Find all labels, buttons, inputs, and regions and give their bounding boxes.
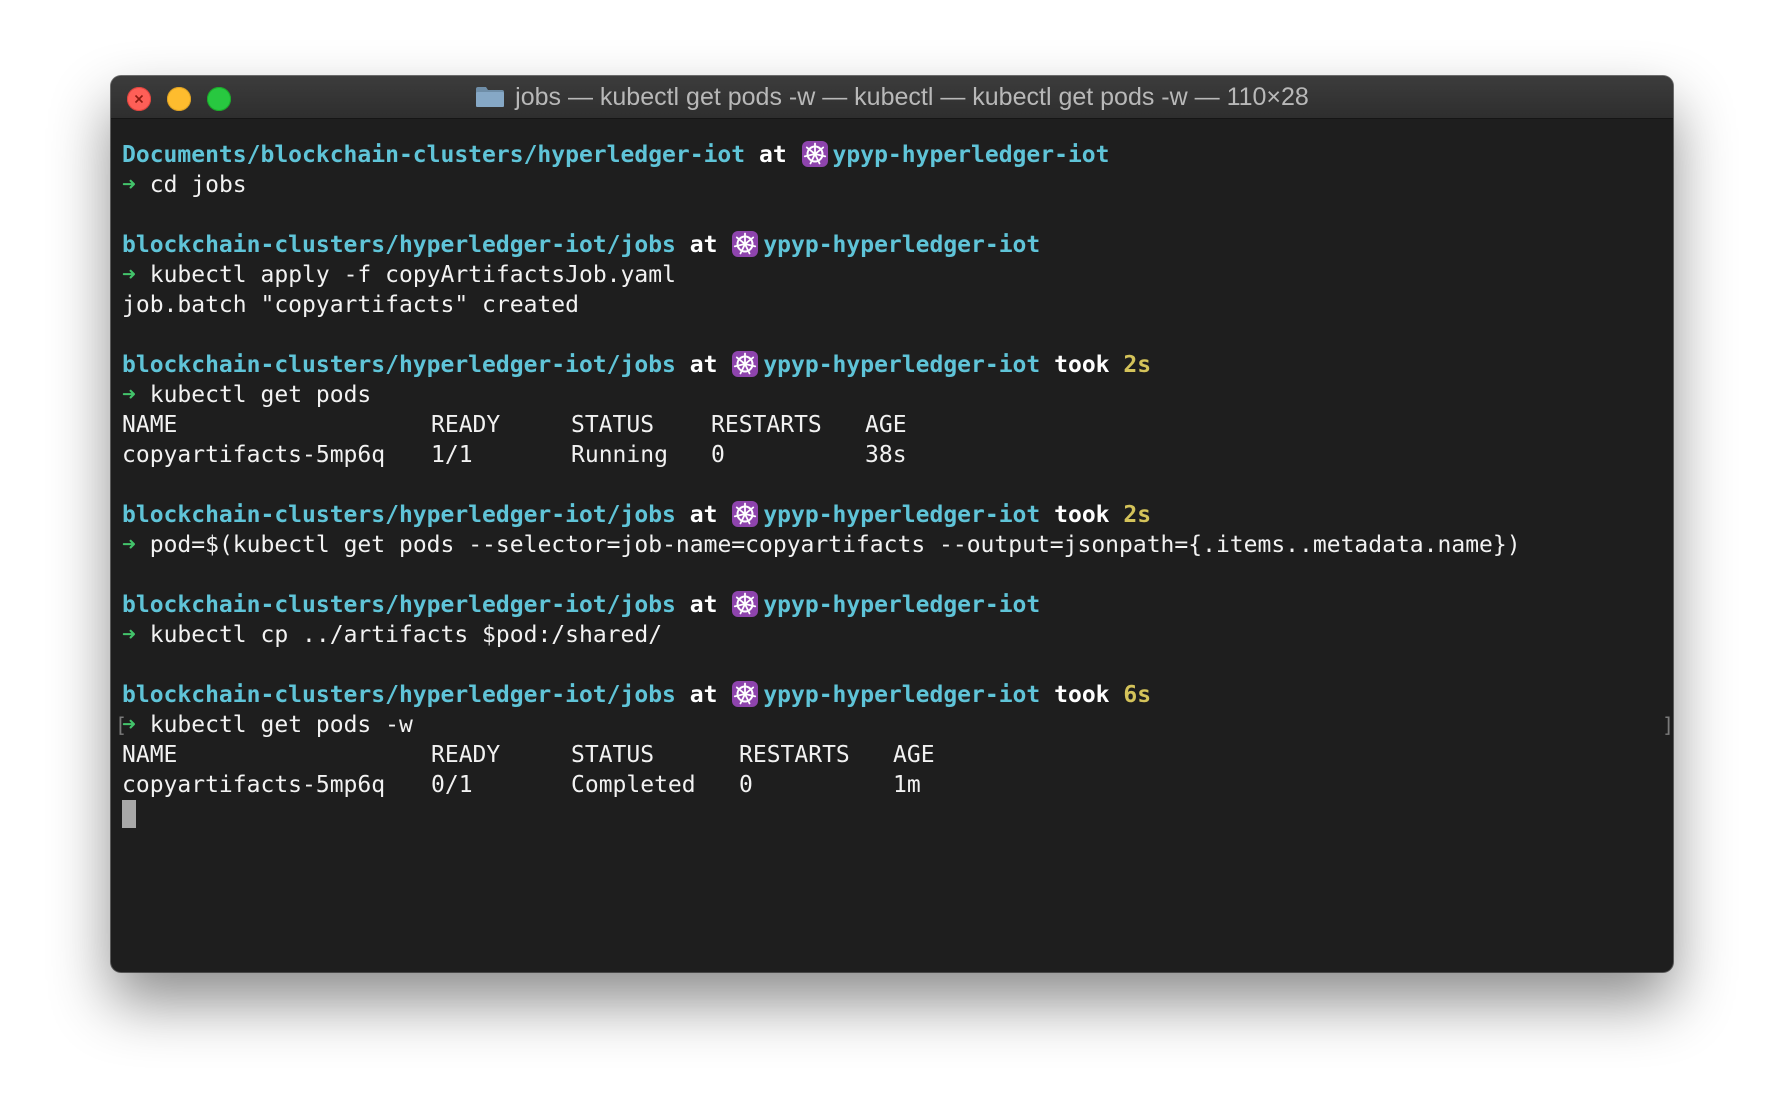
command-line: ➜ cd jobs [122,170,1673,200]
kube-context: ypyp-hyperledger-iot [763,232,1041,258]
terminal-window: jobs — kubectl get pods -w — kubectl — k… [111,76,1673,972]
prompt-line: blockchain-clusters/hyperledger-iot/jobs… [122,500,1673,530]
table-cell: 1m [893,772,921,798]
prompt-at: at [689,592,718,618]
selection-bracket-left: [ [115,713,128,737]
table-cell: Running [571,442,668,468]
prompt-path: blockchain-clusters/hyperledger-iot/jobs [122,502,676,528]
column-header: RESTARTS [739,742,850,768]
table-cell: copyartifacts-5mp6q [122,772,386,798]
cursor-line [122,800,1673,830]
column-header: AGE [865,412,907,438]
command-text: kubectl cp ../artifacts $pod:/shared/ [149,622,663,648]
prompt-path: blockchain-clusters/hyperledger-iot/jobs [122,682,676,708]
command-text: kubectl get pods [149,382,372,408]
table-header: NAME READY STATUS RESTARTS AGE [122,410,1673,440]
prompt-line: Documents/blockchain-clusters/hyperledge… [122,140,1673,170]
prompt-took: took [1054,502,1110,528]
table-cell: 0 [711,442,725,468]
command-duration: 6s [1123,682,1152,708]
terminal-content[interactable]: Documents/blockchain-clusters/hyperledge… [115,118,1673,972]
prompt-at: at [689,682,718,708]
prompt-path: blockchain-clusters/hyperledger-iot/jobs [122,232,676,258]
command-duration: 2s [1123,352,1152,378]
prompt-line: blockchain-clusters/hyperledger-iot/jobs… [122,230,1673,260]
window-title-area: jobs — kubectl get pods -w — kubectl — k… [111,76,1673,118]
folder-icon [476,87,505,107]
kube-context: ypyp-hyperledger-iot [763,502,1041,528]
column-header: STATUS [571,742,655,768]
prompt-at: at [758,142,787,168]
prompt-line: blockchain-clusters/hyperledger-iot/jobs… [122,350,1673,380]
prompt-arrow: ➜ [122,262,136,288]
prompt-arrow: ➜ [122,532,136,558]
prompt-took: took [1054,682,1110,708]
prompt-at: at [689,502,718,528]
command-text: pod=$(kubectl get pods --selector=job-na… [149,532,1521,558]
column-header: READY [431,412,501,438]
prompt-line: blockchain-clusters/hyperledger-iot/jobs… [122,590,1673,620]
kube-context: ypyp-hyperledger-iot [763,682,1041,708]
table-cell: 0 [739,772,753,798]
window-title: jobs — kubectl get pods -w — kubectl — k… [515,82,1309,111]
column-header: NAME [122,742,178,768]
command-line: [] ➜ kubectl get pods -w [115,710,1673,740]
kubernetes-icon [732,231,759,257]
prompt-path: blockchain-clusters/hyperledger-iot/jobs [122,592,676,618]
kubernetes-icon [732,681,759,707]
kubernetes-icon [732,351,759,377]
kube-context: ypyp-hyperledger-iot [763,592,1041,618]
prompt-line: blockchain-clusters/hyperledger-iot/jobs… [122,680,1673,710]
kube-context: ypyp-hyperledger-iot [832,142,1110,168]
column-header: NAME [122,412,178,438]
table-cell: 38s [865,442,907,468]
command-text: kubectl apply -f copyArtifactsJob.yaml [149,262,676,288]
prompt-path: Documents/blockchain-clusters/hyperledge… [122,142,746,168]
command-text: cd jobs [149,172,247,198]
table-row: copyartifacts-5mp6q 1/1 Running 0 38s [122,440,1673,470]
prompt-at: at [689,352,718,378]
prompt-path: blockchain-clusters/hyperledger-iot/jobs [122,352,676,378]
output-line: job.batch "copyartifacts" created [122,292,579,318]
command-line: ➜ pod=$(kubectl get pods --selector=job-… [122,530,1673,560]
title-bar[interactable]: jobs — kubectl get pods -w — kubectl — k… [111,76,1673,119]
table-cell: 1/1 [431,442,473,468]
column-header: READY [431,742,501,768]
table-header: NAME READY STATUS RESTARTS AGE [122,740,1673,770]
prompt-arrow: ➜ [122,622,136,648]
terminal-cursor [122,800,136,828]
column-header: RESTARTS [711,412,822,438]
column-header: AGE [893,742,935,768]
kubernetes-icon [732,501,759,527]
command-duration: 2s [1123,502,1152,528]
command-line: ➜ kubectl apply -f copyArtifactsJob.yaml [122,260,1673,290]
prompt-at: at [689,232,718,258]
table-cell: copyartifacts-5mp6q [122,442,386,468]
table-cell: 0/1 [431,772,473,798]
prompt-arrow: ➜ [122,172,136,198]
kubernetes-icon [732,591,759,617]
kubernetes-icon [801,141,828,167]
table-cell: Completed [571,772,696,798]
command-text: kubectl get pods -w [149,712,413,738]
prompt-took: took [1054,352,1110,378]
prompt-arrow: ➜ [122,382,136,408]
command-line: ➜ kubectl cp ../artifacts $pod:/shared/ [122,620,1673,650]
command-line: ➜ kubectl get pods [122,380,1673,410]
table-row: copyartifacts-5mp6q 0/1 Completed 0 1m [122,770,1673,800]
kube-context: ypyp-hyperledger-iot [763,352,1041,378]
selection-bracket-right: ] [1662,713,1673,737]
column-header: STATUS [571,412,655,438]
